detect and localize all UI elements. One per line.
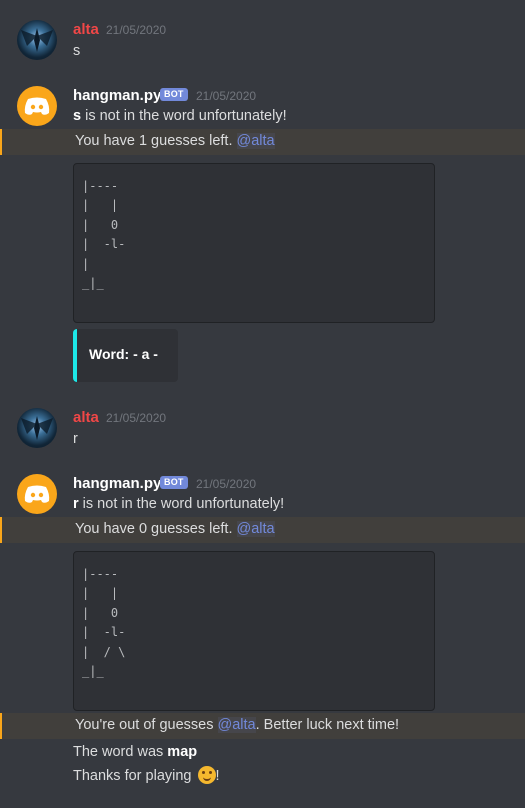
word-reveal-label: The word was <box>73 744 168 760</box>
revealed-word: map <box>167 744 198 760</box>
mention-highlight-row: You have 0 guesses left. @alta <box>0 517 525 543</box>
timestamp: 21/05/2020 <box>196 89 257 103</box>
hangman-ascii-art: |---- | | | 0 | -l- | / \ _|_ <box>82 567 126 679</box>
discord-logo-icon <box>24 485 50 503</box>
timestamp: 21/05/2020 <box>196 477 257 491</box>
hangman-code-block: |---- | | | 0 | -l- | / \ _|_ <box>73 551 435 711</box>
message-text-rest: is not in the word unfortunately! <box>81 108 287 124</box>
username[interactable]: hangman.py <box>73 475 161 492</box>
thanks-end: ! <box>215 768 220 784</box>
guessed-letter: s <box>73 108 82 124</box>
winged-figure-icon <box>21 416 53 440</box>
guesses-left-text: You have 0 guesses left. @alta <box>75 521 275 537</box>
bot-badge: BOT <box>160 476 188 489</box>
thanks-label: Thanks for playing <box>73 768 196 784</box>
better-luck-text: . Better luck next time! <box>255 717 400 733</box>
hangman-code-block: |---- | | | 0 | -l- | _|_ <box>73 163 435 323</box>
message-text: s <box>73 43 81 59</box>
discord-logo-icon <box>24 97 50 115</box>
message-text: r <box>73 431 78 447</box>
bot-avatar[interactable] <box>17 86 57 126</box>
timestamp: 21/05/2020 <box>106 23 167 37</box>
hugging-face-emoji-icon <box>197 766 216 784</box>
word-pattern: - a - <box>129 346 158 362</box>
bot-badge: BOT <box>160 88 188 101</box>
user-mention[interactable]: @alta <box>236 521 275 537</box>
avatar[interactable] <box>17 20 57 60</box>
guesses-left-label: You have 1 guesses left. <box>75 133 237 149</box>
mention-highlight-row: You're out of guesses @alta. Better luck… <box>0 713 525 739</box>
word-reveal-text: The word was map <box>73 744 197 760</box>
out-of-guesses-label: You're out of guesses <box>75 717 218 733</box>
word-embed: Word: - a - <box>73 329 178 382</box>
hangman-ascii-art: |---- | | | 0 | -l- | _|_ <box>82 179 126 291</box>
message-text: r is not in the word unfortunately! <box>73 496 284 512</box>
avatar[interactable] <box>17 408 57 448</box>
word-label: Word: <box>89 346 130 362</box>
bot-avatar[interactable] <box>17 474 57 514</box>
user-mention[interactable]: @alta <box>217 717 256 733</box>
mention-highlight-row: You have 1 guesses left. @alta <box>0 129 525 155</box>
out-of-guesses-text: You're out of guesses @alta. Better luck… <box>75 717 399 733</box>
timestamp: 21/05/2020 <box>106 411 167 425</box>
message-text: s is not in the word unfortunately! <box>73 108 287 124</box>
thanks-text: Thanks for playing ! <box>73 766 220 784</box>
user-mention[interactable]: @alta <box>236 133 275 149</box>
winged-figure-icon <box>21 28 53 52</box>
username[interactable]: alta <box>73 409 99 426</box>
word-embed-text: Word: - a - <box>89 346 158 362</box>
guesses-left-label: You have 0 guesses left. <box>75 521 237 537</box>
message-text-rest: is not in the word unfortunately! <box>78 496 285 512</box>
guesses-left-text: You have 1 guesses left. @alta <box>75 133 275 149</box>
username[interactable]: alta <box>73 21 99 38</box>
username[interactable]: hangman.py <box>73 87 161 104</box>
